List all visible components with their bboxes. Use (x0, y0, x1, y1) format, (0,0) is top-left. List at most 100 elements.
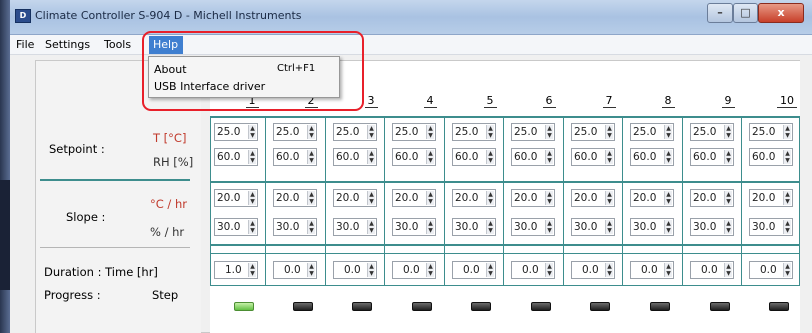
slope-t-spinner[interactable]: 20.0 ▲ ▼ (273, 189, 317, 207)
slope-rh-spinner[interactable]: 30.0 ▲ ▼ (511, 218, 555, 236)
spinner-arrows-icon[interactable]: ▲ ▼ (724, 150, 732, 164)
spinner-arrows-icon[interactable]: ▲ ▼ (545, 150, 553, 164)
slope-t-spinner[interactable]: 20.0 ▲ ▼ (571, 189, 615, 207)
spinner-arrows-icon[interactable]: ▲ ▼ (545, 191, 553, 205)
duration-spinner[interactable]: 0.0 ▲ ▼ (630, 261, 674, 279)
spinner-arrows-icon[interactable]: ▲ ▼ (367, 263, 375, 277)
spinner-arrows-icon[interactable]: ▲ ▼ (664, 191, 672, 205)
spinner-arrows-icon[interactable]: ▲ ▼ (545, 263, 553, 277)
spinner-arrows-icon[interactable]: ▲ ▼ (783, 150, 791, 164)
slope-t-spinner[interactable]: 20.0 ▲ ▼ (630, 189, 674, 207)
setpoint-rh-spinner[interactable]: 60.0 ▲ ▼ (749, 148, 793, 166)
spinner-arrows-icon[interactable]: ▲ ▼ (367, 220, 375, 234)
setpoint-t-spinner[interactable]: 25.0 ▲ ▼ (333, 123, 377, 141)
spinner-arrows-icon[interactable]: ▲ ▼ (367, 191, 375, 205)
duration-spinner[interactable]: 0.0 ▲ ▼ (392, 261, 436, 279)
spinner-arrows-icon[interactable]: ▲ ▼ (724, 220, 732, 234)
setpoint-t-spinner[interactable]: 25.0 ▲ ▼ (630, 123, 674, 141)
setpoint-rh-spinner[interactable]: 60.0 ▲ ▼ (571, 148, 615, 166)
duration-spinner[interactable]: 0.0 ▲ ▼ (571, 261, 615, 279)
slope-t-spinner[interactable]: 20.0 ▲ ▼ (452, 189, 496, 207)
spinner-arrows-icon[interactable]: ▲ ▼ (248, 191, 256, 205)
spinner-arrows-icon[interactable]: ▲ ▼ (486, 263, 494, 277)
spinner-arrows-icon[interactable]: ▲ ▼ (307, 150, 315, 164)
setpoint-rh-spinner[interactable]: 60.0 ▲ ▼ (452, 148, 496, 166)
spinner-arrows-icon[interactable]: ▲ ▼ (664, 150, 672, 164)
spinner-arrows-icon[interactable]: ▲ ▼ (605, 263, 613, 277)
spinner-arrows-icon[interactable]: ▲ ▼ (486, 125, 494, 139)
duration-spinner[interactable]: 0.0 ▲ ▼ (273, 261, 317, 279)
slope-t-spinner[interactable]: 20.0 ▲ ▼ (690, 189, 734, 207)
setpoint-t-spinner[interactable]: 25.0 ▲ ▼ (392, 123, 436, 141)
spinner-arrows-icon[interactable]: ▲ ▼ (367, 150, 375, 164)
duration-spinner[interactable]: 0.0 ▲ ▼ (690, 261, 734, 279)
duration-spinner[interactable]: 0.0 ▲ ▼ (511, 261, 555, 279)
setpoint-rh-spinner[interactable]: 60.0 ▲ ▼ (630, 148, 674, 166)
spinner-arrows-icon[interactable]: ▲ ▼ (248, 150, 256, 164)
spinner-arrows-icon[interactable]: ▲ ▼ (664, 125, 672, 139)
spinner-arrows-icon[interactable]: ▲ ▼ (426, 150, 434, 164)
slope-rh-spinner[interactable]: 30.0 ▲ ▼ (333, 218, 377, 236)
spinner-arrows-icon[interactable]: ▲ ▼ (783, 191, 791, 205)
menu-settings[interactable]: Settings (45, 38, 90, 51)
spinner-arrows-icon[interactable]: ▲ ▼ (724, 125, 732, 139)
spinner-arrows-icon[interactable]: ▲ ▼ (248, 220, 256, 234)
spinner-arrows-icon[interactable]: ▲ ▼ (783, 220, 791, 234)
spinner-arrows-icon[interactable]: ▲ ▼ (426, 125, 434, 139)
spinner-arrows-icon[interactable]: ▲ ▼ (486, 191, 494, 205)
duration-spinner[interactable]: 0.0 ▲ ▼ (333, 261, 377, 279)
duration-spinner[interactable]: 1.0 ▲ ▼ (214, 261, 258, 279)
spinner-arrows-icon[interactable]: ▲ ▼ (307, 191, 315, 205)
spinner-arrows-icon[interactable]: ▲ ▼ (605, 191, 613, 205)
menu-tools[interactable]: Tools (104, 38, 131, 51)
spinner-arrows-icon[interactable]: ▲ ▼ (664, 220, 672, 234)
slope-rh-spinner[interactable]: 30.0 ▲ ▼ (690, 218, 734, 236)
spinner-arrows-icon[interactable]: ▲ ▼ (605, 125, 613, 139)
slope-t-spinner[interactable]: 20.0 ▲ ▼ (749, 189, 793, 207)
setpoint-rh-spinner[interactable]: 60.0 ▲ ▼ (273, 148, 317, 166)
setpoint-t-spinner[interactable]: 25.0 ▲ ▼ (273, 123, 317, 141)
spinner-arrows-icon[interactable]: ▲ ▼ (248, 263, 256, 277)
spinner-arrows-icon[interactable]: ▲ ▼ (724, 191, 732, 205)
spinner-arrows-icon[interactable]: ▲ ▼ (307, 220, 315, 234)
setpoint-rh-spinner[interactable]: 60.0 ▲ ▼ (690, 148, 734, 166)
spinner-arrows-icon[interactable]: ▲ ▼ (426, 220, 434, 234)
setpoint-rh-spinner[interactable]: 60.0 ▲ ▼ (333, 148, 377, 166)
spinner-arrows-icon[interactable]: ▲ ▼ (605, 220, 613, 234)
spinner-arrows-icon[interactable]: ▲ ▼ (248, 125, 256, 139)
spinner-arrows-icon[interactable]: ▲ ▼ (545, 220, 553, 234)
setpoint-t-spinner[interactable]: 25.0 ▲ ▼ (511, 123, 555, 141)
setpoint-t-spinner[interactable]: 25.0 ▲ ▼ (214, 123, 258, 141)
slope-rh-spinner[interactable]: 30.0 ▲ ▼ (571, 218, 615, 236)
slope-rh-spinner[interactable]: 30.0 ▲ ▼ (273, 218, 317, 236)
spinner-arrows-icon[interactable]: ▲ ▼ (367, 125, 375, 139)
spinner-arrows-icon[interactable]: ▲ ▼ (486, 150, 494, 164)
slope-rh-spinner[interactable]: 30.0 ▲ ▼ (214, 218, 258, 236)
spinner-arrows-icon[interactable]: ▲ ▼ (307, 263, 315, 277)
setpoint-rh-spinner[interactable]: 60.0 ▲ ▼ (392, 148, 436, 166)
setpoint-t-spinner[interactable]: 25.0 ▲ ▼ (749, 123, 793, 141)
setpoint-rh-spinner[interactable]: 60.0 ▲ ▼ (214, 148, 258, 166)
spinner-arrows-icon[interactable]: ▲ ▼ (486, 220, 494, 234)
spinner-arrows-icon[interactable]: ▲ ▼ (664, 263, 672, 277)
spinner-arrows-icon[interactable]: ▲ ▼ (605, 150, 613, 164)
slope-rh-spinner[interactable]: 30.0 ▲ ▼ (630, 218, 674, 236)
spinner-arrows-icon[interactable]: ▲ ▼ (724, 263, 732, 277)
setpoint-rh-spinner[interactable]: 60.0 ▲ ▼ (511, 148, 555, 166)
setpoint-t-spinner[interactable]: 25.0 ▲ ▼ (571, 123, 615, 141)
maximize-button[interactable]: □ (733, 3, 758, 23)
spinner-arrows-icon[interactable]: ▲ ▼ (426, 191, 434, 205)
spinner-arrows-icon[interactable]: ▲ ▼ (426, 263, 434, 277)
menu-file[interactable]: File (16, 38, 34, 51)
setpoint-t-spinner[interactable]: 25.0 ▲ ▼ (452, 123, 496, 141)
spinner-arrows-icon[interactable]: ▲ ▼ (783, 263, 791, 277)
setpoint-t-spinner[interactable]: 25.0 ▲ ▼ (690, 123, 734, 141)
spinner-arrows-icon[interactable]: ▲ ▼ (307, 125, 315, 139)
slope-rh-spinner[interactable]: 30.0 ▲ ▼ (452, 218, 496, 236)
minimize-button[interactable]: – (707, 3, 733, 23)
spinner-arrows-icon[interactable]: ▲ ▼ (783, 125, 791, 139)
slope-t-spinner[interactable]: 20.0 ▲ ▼ (392, 189, 436, 207)
duration-spinner[interactable]: 0.0 ▲ ▼ (452, 261, 496, 279)
slope-rh-spinner[interactable]: 30.0 ▲ ▼ (749, 218, 793, 236)
close-button[interactable]: x (758, 3, 804, 23)
